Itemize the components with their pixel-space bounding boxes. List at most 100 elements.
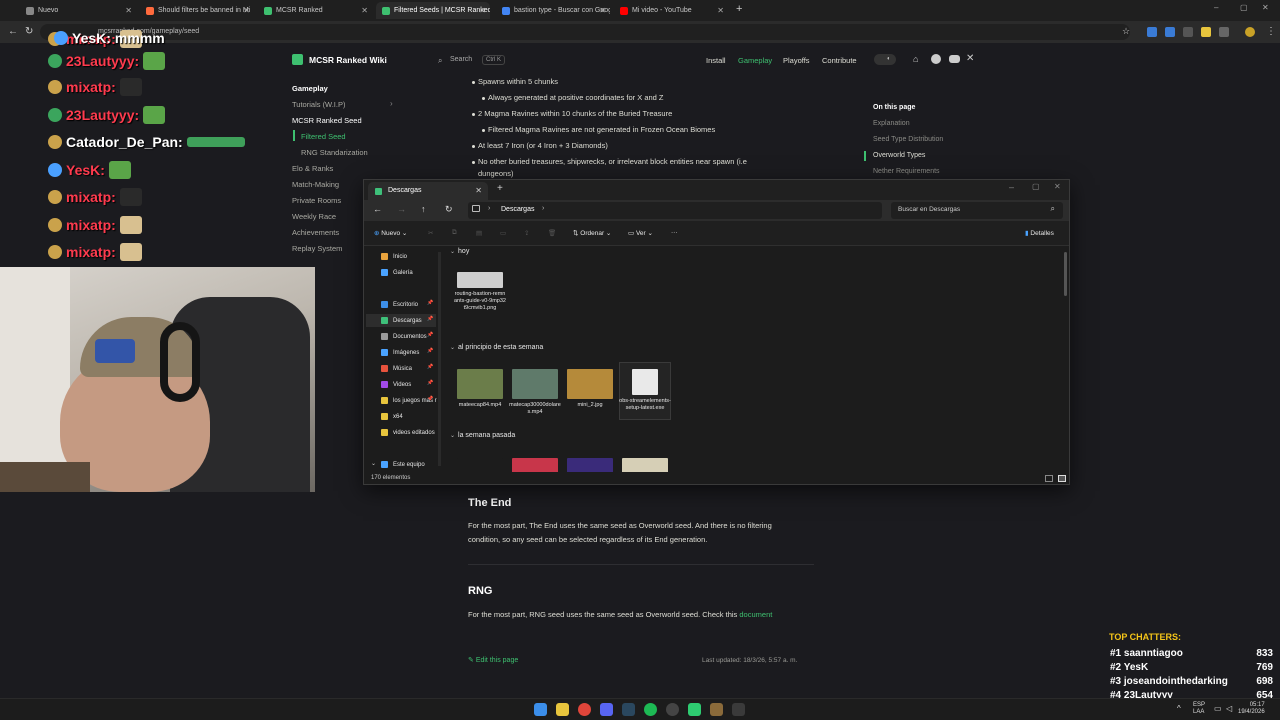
spotify-icon[interactable] [644, 703, 657, 716]
file-explorer-icon[interactable] [556, 703, 569, 716]
delete-icon[interactable]: 🗑 [548, 229, 556, 237]
nav-pane-item[interactable]: Música [381, 362, 412, 375]
sidebar-item[interactable]: Match-Making [292, 180, 339, 189]
search-button[interactable]: Search [450, 56, 472, 63]
clock[interactable]: 05:17 19/4/2026 [1238, 702, 1265, 716]
sidebar-item[interactable]: MCSR Ranked Seed [292, 116, 362, 125]
sidebar-item[interactable]: Filtered Seed [301, 132, 346, 141]
sidebar-item[interactable]: Replay System [292, 244, 342, 253]
file-item[interactable]: matecap30000dolares.mp4 [509, 369, 561, 416]
profile-avatar[interactable] [1245, 27, 1255, 37]
maximize-icon[interactable]: ▢ [1240, 3, 1248, 12]
close-tab-icon[interactable]: ✕ [717, 6, 724, 15]
steam-icon[interactable] [622, 703, 635, 716]
close-window-icon[interactable]: ✕ [1054, 182, 1061, 191]
chat-username[interactable]: YesK: [66, 162, 105, 178]
forward-arrow-icon[interactable]: → [397, 204, 406, 214]
edit-page-link[interactable]: ✎ Edit this page [468, 656, 518, 664]
wiki-brand[interactable]: MCSR Ranked Wiki [309, 55, 387, 65]
file-item[interactable] [619, 458, 671, 472]
details-view-icon[interactable] [1045, 475, 1053, 482]
file-item[interactable]: routing-bastion-remnants-guide-v0-9mp32t… [454, 272, 506, 311]
group-header[interactable]: ⌄ al principio de esta semana [450, 344, 543, 351]
sidebar-item[interactable]: RNG Standarization [301, 148, 368, 157]
browser-tab[interactable]: Should filters be banned in Mi ✕ [140, 2, 254, 19]
file-item[interactable] [509, 458, 561, 472]
address-field[interactable]: › Descargas › [468, 202, 882, 219]
document-link[interactable]: document [739, 610, 772, 619]
refresh-icon[interactable]: ↻ [445, 204, 453, 215]
details-button[interactable]: ▮ Detalles [1025, 229, 1054, 237]
bookmark-star-icon[interactable]: ☆ [1122, 26, 1130, 37]
discord-icon[interactable] [600, 703, 613, 716]
back-arrow-icon[interactable]: ← [8, 26, 18, 37]
file-item[interactable] [454, 458, 506, 472]
nav-pane-item[interactable]: x64 [381, 410, 403, 423]
back-arrow-icon[interactable]: ← [373, 204, 382, 214]
new-tab-button[interactable]: + [736, 3, 742, 15]
extension-star-icon[interactable] [1201, 27, 1211, 37]
close-tab-icon[interactable]: ✕ [479, 6, 486, 15]
explorer-tab-descargas[interactable]: Descargas ✕ [368, 182, 488, 200]
file-item[interactable]: mini_2.jpg [564, 369, 616, 409]
nav-pane-item[interactable]: Galería [381, 266, 413, 279]
nav-gameplay[interactable]: Gameplay [738, 56, 772, 65]
sidebar-item[interactable]: Weekly Race [292, 212, 336, 221]
browser-tab[interactable]: MCSR Ranked ✕ [258, 2, 372, 19]
new-button[interactable]: ⊕ Nuevo ⌄ [374, 229, 407, 237]
app-icon[interactable] [688, 703, 701, 716]
volume-icon[interactable]: ◁ [1226, 704, 1232, 713]
chat-username[interactable]: mixatp: [66, 217, 116, 233]
home-icon[interactable]: ⌂ [913, 54, 918, 64]
content-scrollbar[interactable] [1064, 252, 1067, 296]
sidebar-item[interactable]: Achievements [292, 228, 339, 237]
translate-extension-icon[interactable] [1165, 27, 1175, 37]
browser-tab[interactable]: Nuevo ✕ [20, 2, 136, 19]
chat-username[interactable]: Catador_De_Pan: [66, 134, 183, 150]
more-options-button[interactable]: ··· [671, 229, 678, 236]
close-tab-icon[interactable]: ✕ [125, 6, 132, 15]
minimize-icon[interactable]: – [1214, 3, 1218, 12]
nav-pane-item[interactable]: Escritorio [381, 298, 418, 311]
chrome-icon[interactable] [578, 703, 591, 716]
up-arrow-icon[interactable]: ↑ [421, 204, 426, 214]
sidebar-item[interactable]: Tutorials (W.I.P) [292, 100, 345, 109]
obs-icon[interactable] [666, 703, 679, 716]
chat-username[interactable]: 23Lautyyy: [66, 107, 139, 123]
close-window-icon[interactable]: ✕ [1262, 3, 1269, 12]
nav-playoffs[interactable]: Playoffs [783, 56, 810, 65]
chevron-down-icon[interactable]: ⌄ [371, 460, 376, 467]
chevron-up-icon[interactable]: ^ [1177, 704, 1181, 713]
nav-pane-item[interactable]: Este equipo [381, 458, 425, 471]
copy-icon[interactable]: ⧉ [452, 229, 457, 237]
start-icon[interactable] [534, 703, 547, 716]
nav-pane-item[interactable]: videos editados [381, 426, 435, 439]
close-tab-icon[interactable]: ✕ [361, 6, 368, 15]
search-field[interactable]: Buscar en Descargas ⌕ [891, 202, 1063, 219]
close-tab-icon[interactable]: ✕ [243, 6, 250, 15]
browser-tab[interactable]: Mi video - YouTube ✕ [614, 2, 728, 19]
share-icon[interactable]: ⇪ [524, 229, 529, 237]
file-item[interactable] [564, 458, 616, 472]
launcher-icon[interactable] [732, 703, 745, 716]
nav-contribute[interactable]: Contribute [822, 56, 857, 65]
chat-username[interactable]: YesK: [72, 30, 111, 46]
paste-icon[interactable]: ▤ [476, 229, 482, 237]
close-tab-icon[interactable]: ✕ [599, 6, 606, 15]
view-button[interactable]: ▭ Ver ⌄ [628, 229, 653, 237]
nav-pane-item[interactable]: Inicio [381, 250, 407, 263]
toc-item[interactable]: Explanation [873, 120, 910, 127]
search-icon[interactable]: ⌕ [438, 56, 442, 66]
sort-button[interactable]: ⇅ Ordenar ⌄ [573, 229, 611, 237]
pane-scrollbar[interactable] [438, 252, 441, 466]
nav-pane-item[interactable]: Descargas [366, 314, 436, 327]
browser-menu-icon[interactable]: ⋮ [1266, 26, 1276, 37]
minimize-icon[interactable]: – [1009, 182, 1014, 192]
browser-tab[interactable]: Filtered Seeds | MCSR Ranked W ✕ [376, 2, 490, 19]
minecraft-icon[interactable] [710, 703, 723, 716]
chat-username[interactable]: mixatp: [66, 244, 116, 260]
discord-icon[interactable] [949, 55, 960, 63]
toc-item[interactable]: Seed Type Distribution [873, 136, 943, 143]
browser-tab[interactable]: bastion type - Buscar con Goog ✕ [496, 2, 610, 19]
file-item[interactable]: obs-streamelements-setup-latest.exe [619, 369, 671, 412]
